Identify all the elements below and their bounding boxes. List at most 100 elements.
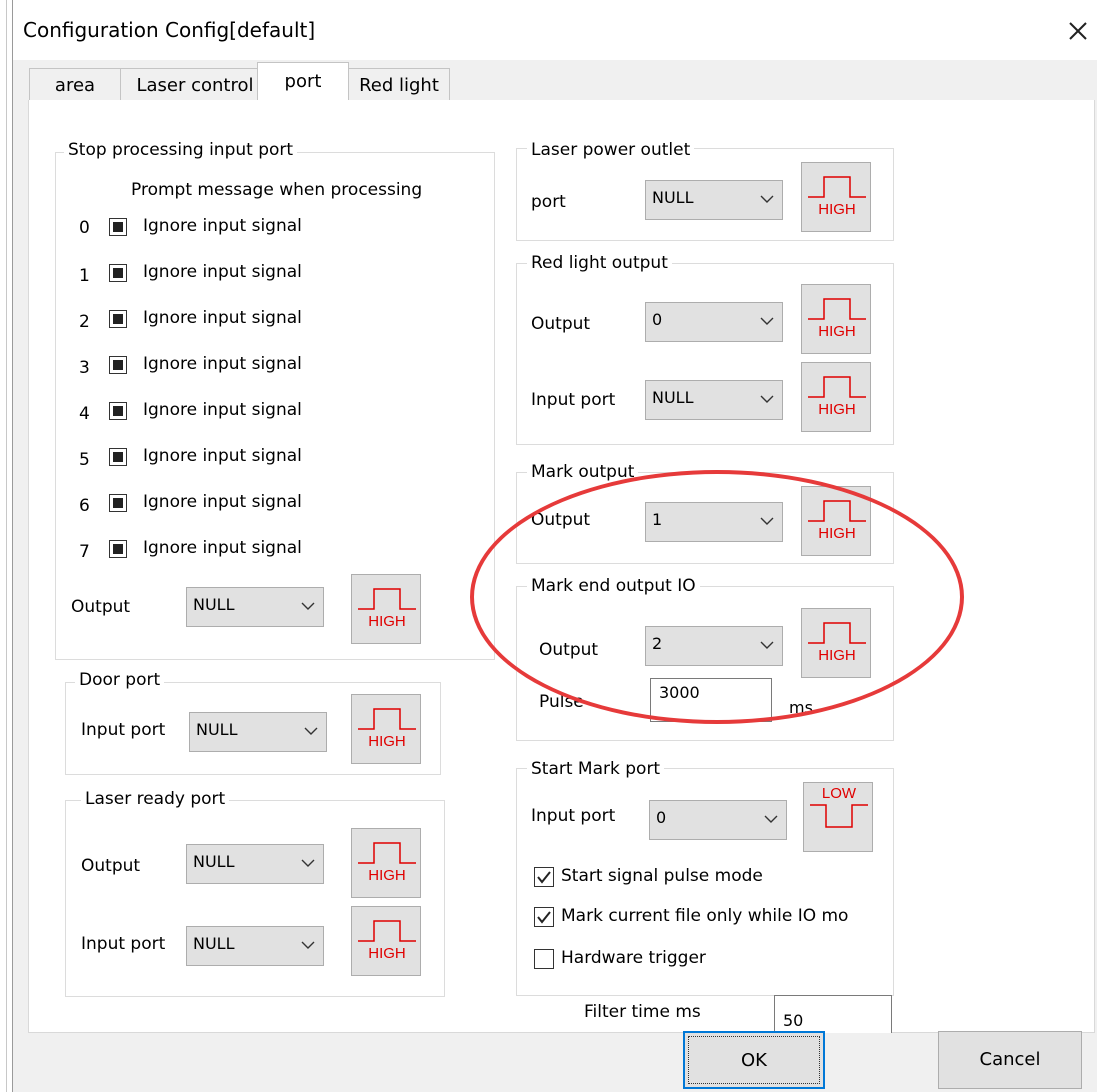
stop-output-select[interactable]: NULL xyxy=(186,587,324,627)
signal-level-text: HIGH xyxy=(818,201,856,218)
high-pulse-icon xyxy=(808,176,866,198)
input-number: 2 xyxy=(79,312,90,332)
laser-power-port-select[interactable]: NULL xyxy=(645,180,783,220)
checkmark-icon xyxy=(537,871,551,884)
mark-output-signal-button[interactable]: HIGH xyxy=(801,486,871,556)
stop-processing-title: Stop processing input port xyxy=(64,140,298,160)
select-value: NULL xyxy=(196,720,238,739)
checkmark-icon xyxy=(537,911,551,924)
laser-ready-input-label: Input port xyxy=(81,934,166,954)
close-icon xyxy=(1069,22,1087,40)
ignore-checkbox[interactable] xyxy=(109,310,127,328)
chevron-down-icon xyxy=(760,195,774,203)
high-pulse-icon xyxy=(358,708,416,730)
ignore-checkbox[interactable] xyxy=(109,494,127,512)
chevron-down-icon xyxy=(760,641,774,649)
tab-red-light[interactable]: Red light xyxy=(348,68,450,102)
select-value: NULL xyxy=(193,852,235,871)
laser-power-title: Laser power outlet xyxy=(527,140,695,160)
laser-ready-input-signal-button[interactable]: HIGH xyxy=(351,906,421,976)
select-value: NULL xyxy=(652,188,694,207)
mark-output-select[interactable]: 1 xyxy=(645,502,783,542)
tab-area[interactable]: area xyxy=(29,68,121,102)
mark-end-output-select[interactable]: 2 xyxy=(645,626,783,666)
ignore-label: Ignore input signal xyxy=(143,308,302,328)
select-value: 1 xyxy=(652,510,663,529)
door-input-select[interactable]: NULL xyxy=(189,712,327,752)
prompt-message-label: Prompt message when processing xyxy=(131,180,423,200)
filter-time-value: 50 xyxy=(783,1011,804,1030)
select-value: 2 xyxy=(652,634,663,653)
ignore-checkbox[interactable] xyxy=(109,264,127,282)
title-bar: Configuration Config[default] xyxy=(13,0,1097,60)
chevron-down-icon xyxy=(301,859,315,867)
signal-level-text: HIGH xyxy=(818,525,856,542)
laser-ready-output-signal-button[interactable]: HIGH xyxy=(351,828,421,898)
ignore-label: Ignore input signal xyxy=(143,216,302,236)
tab-port[interactable]: port xyxy=(257,62,349,102)
tab-label: Red light xyxy=(359,75,439,96)
door-signal-button[interactable]: HIGH xyxy=(351,694,421,764)
tab-laser-control[interactable]: Laser control xyxy=(120,68,270,102)
laser-ready-output-label: Output xyxy=(81,856,141,876)
laser-ready-output-select[interactable]: NULL xyxy=(186,844,324,884)
red-light-input-signal-button[interactable]: HIGH xyxy=(801,362,871,432)
high-pulse-icon xyxy=(808,376,866,398)
select-value: 0 xyxy=(652,310,663,329)
ignore-checkbox[interactable] xyxy=(109,218,127,236)
high-pulse-icon xyxy=(808,622,866,644)
port-tab-panel: Stop processing input port Prompt messag… xyxy=(28,100,1095,1033)
high-pulse-icon xyxy=(808,298,866,320)
background-divider xyxy=(6,0,7,1092)
mark-end-signal-button[interactable]: HIGH xyxy=(801,608,871,678)
mark-end-title: Mark end output IO xyxy=(527,576,700,596)
start-mark-input-select[interactable]: 0 xyxy=(649,800,787,840)
chevron-down-icon xyxy=(301,602,315,610)
start-mark-signal-button[interactable]: LOW xyxy=(803,782,873,852)
ignore-checkbox[interactable] xyxy=(109,540,127,558)
red-light-output-signal-button[interactable]: HIGH xyxy=(801,284,871,354)
start-signal-pulse-checkbox[interactable] xyxy=(534,867,554,887)
chevron-down-icon xyxy=(764,815,778,823)
door-input-label: Input port xyxy=(81,720,166,740)
start-signal-pulse-label: Start signal pulse mode xyxy=(561,866,763,886)
input-number: 3 xyxy=(79,358,90,378)
laser-power-signal-button[interactable]: HIGH xyxy=(801,162,871,232)
laser-power-port-label: port xyxy=(531,192,566,212)
red-light-input-select[interactable]: NULL xyxy=(645,380,783,420)
ignore-label: Ignore input signal xyxy=(143,446,302,466)
hardware-trigger-checkbox[interactable] xyxy=(534,949,554,969)
tab-label: area xyxy=(54,75,96,96)
mark-output-title: Mark output xyxy=(527,462,639,482)
ok-button[interactable]: OK xyxy=(683,1031,825,1089)
mark-end-output-label: Output xyxy=(539,640,599,660)
signal-level-text: HIGH xyxy=(368,867,406,884)
laser-ready-input-select[interactable]: NULL xyxy=(186,926,324,966)
select-value: NULL xyxy=(193,934,235,953)
red-light-output-title: Red light output xyxy=(527,253,672,273)
ignore-checkbox[interactable] xyxy=(109,448,127,466)
ignore-checkbox[interactable] xyxy=(109,356,127,374)
input-number: 0 xyxy=(79,218,90,238)
red-light-output-select[interactable]: 0 xyxy=(645,302,783,342)
cancel-button[interactable]: Cancel xyxy=(938,1031,1082,1089)
close-button[interactable] xyxy=(1063,12,1093,48)
window-title: Configuration Config[default] xyxy=(23,18,316,42)
pulse-input[interactable]: 3000 xyxy=(650,678,772,722)
input-number: 6 xyxy=(79,496,90,516)
red-light-output-label: Output xyxy=(531,314,591,334)
input-number: 1 xyxy=(79,266,90,286)
mark-current-file-checkbox[interactable] xyxy=(534,907,554,927)
cancel-label: Cancel xyxy=(979,1049,1041,1070)
pulse-label: Pulse xyxy=(539,692,584,712)
signal-level-text: HIGH xyxy=(368,945,406,962)
pulse-unit: ms xyxy=(789,698,813,717)
filter-time-input[interactable]: 50 xyxy=(774,995,892,1033)
start-mark-input-label: Input port xyxy=(531,806,616,826)
pulse-value: 3000 xyxy=(659,683,700,702)
select-value: NULL xyxy=(193,595,235,614)
ignore-label: Ignore input signal xyxy=(143,400,302,420)
ignore-checkbox[interactable] xyxy=(109,402,127,420)
stop-output-signal-button[interactable]: HIGH xyxy=(351,574,421,644)
input-number: 7 xyxy=(79,542,90,562)
